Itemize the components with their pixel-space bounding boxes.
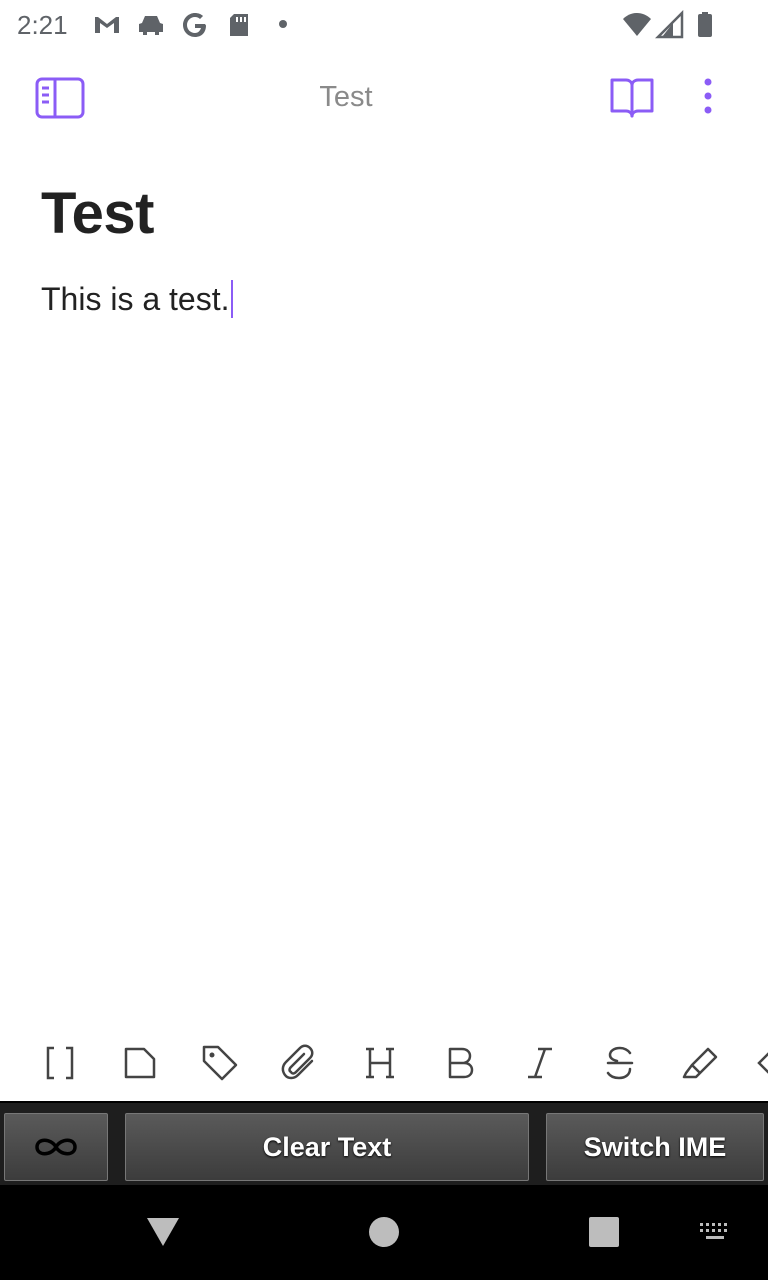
infinity-icon: [35, 1138, 77, 1156]
more-options-icon[interactable]: [696, 77, 720, 117]
tag-icon[interactable]: [200, 1043, 240, 1083]
format-toolbar: [0, 1025, 768, 1101]
sd-card-icon: [230, 14, 248, 36]
signal-icon: [655, 10, 684, 39]
back-icon[interactable]: [144, 1215, 182, 1249]
clear-text-button[interactable]: Clear Text: [125, 1113, 529, 1181]
app-bar: Test: [0, 55, 768, 140]
bold-icon[interactable]: [440, 1043, 480, 1083]
highlight-icon[interactable]: [680, 1043, 720, 1083]
switch-ime-button[interactable]: Switch IME: [546, 1113, 764, 1181]
note-heading[interactable]: Test: [41, 180, 154, 247]
ime-toolbar: Clear Text Switch IME: [0, 1101, 768, 1187]
car-icon: [139, 16, 163, 35]
gmail-icon: [95, 17, 119, 33]
status-time: 2:21: [17, 10, 68, 40]
wifi-icon: [623, 13, 651, 36]
battery-icon: [698, 12, 712, 37]
wikilink-icon[interactable]: [40, 1043, 80, 1083]
file-icon[interactable]: [120, 1043, 160, 1083]
navigation-bar: [0, 1185, 768, 1280]
note-body-text: This is a test.: [41, 281, 230, 317]
note-body-editor[interactable]: This is a test.: [41, 280, 233, 318]
attachment-icon[interactable]: [280, 1043, 320, 1083]
reading-mode-icon[interactable]: [608, 75, 656, 119]
dot-icon: [279, 20, 287, 28]
strikethrough-icon[interactable]: [600, 1043, 640, 1083]
google-icon: [183, 13, 206, 37]
note-title-label: Test: [319, 81, 373, 113]
status-bar: 2:21: [0, 0, 768, 50]
more-icon[interactable]: [755, 1043, 768, 1083]
infinity-button[interactable]: [4, 1113, 108, 1181]
keyboard-icon[interactable]: [698, 1221, 732, 1243]
italic-icon[interactable]: [520, 1043, 560, 1083]
text-cursor: [230, 280, 233, 318]
recents-icon[interactable]: [588, 1216, 620, 1248]
heading-icon[interactable]: [360, 1043, 400, 1083]
home-icon[interactable]: [368, 1216, 400, 1248]
